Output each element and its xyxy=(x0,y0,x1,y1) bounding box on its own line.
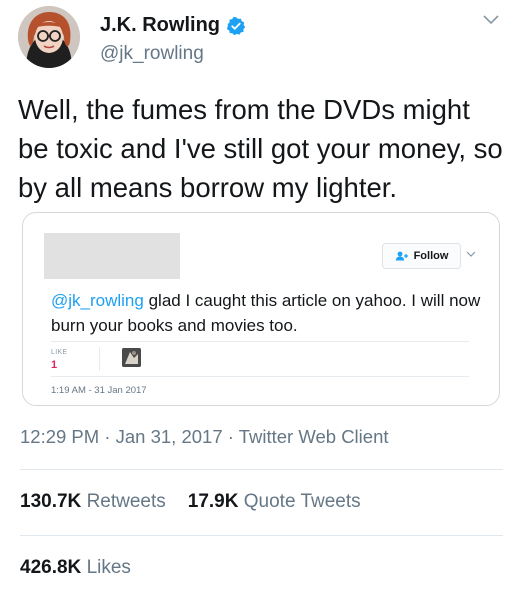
meta-separator: · xyxy=(99,426,116,447)
tweet-meta: 12:29 PM · Jan 31, 2017 · Twitter Web Cl… xyxy=(20,426,389,448)
likes-stat[interactable]: 426.8K Likes xyxy=(20,557,131,579)
liker-avatar[interactable] xyxy=(122,348,141,367)
likes-label: Likes xyxy=(86,557,131,578)
like-label: LIKE xyxy=(51,349,68,356)
quoted-tweet-timestamp[interactable]: 1:19 AM - 31 Jan 2017 xyxy=(51,385,147,396)
quote-tweets-label: Quote Tweets xyxy=(243,491,361,512)
quote-chevron-down-icon[interactable] xyxy=(466,251,476,258)
likes-count: 426.8K xyxy=(20,557,82,578)
quote-tweets-count: 17.9K xyxy=(187,491,239,512)
quote-divider xyxy=(51,376,469,377)
engagement-stats: 130.7K Retweets 17.9K Quote Tweets xyxy=(20,491,383,513)
chevron-down-icon[interactable] xyxy=(482,14,500,26)
tweet-date[interactable]: Jan 31, 2017 xyxy=(116,426,223,447)
follow-button[interactable]: Follow xyxy=(382,243,461,269)
like-count[interactable]: 1 xyxy=(51,359,57,371)
quote-tweets-stat[interactable]: 17.9K Quote Tweets xyxy=(188,491,361,513)
author-name-row[interactable]: J.K. Rowling xyxy=(100,14,246,37)
author-avatar[interactable] xyxy=(18,6,80,68)
avatar-portrait-icon xyxy=(18,6,80,68)
liker-avatar-icon xyxy=(122,348,141,367)
author-handle[interactable]: @jk_rowling xyxy=(100,43,204,65)
add-user-icon xyxy=(395,251,408,261)
tweet-header: J.K. Rowling @jk_rowling xyxy=(18,6,508,70)
quoted-tweet-text: @jk_rowling glad I caught this article o… xyxy=(51,288,481,338)
tweet-time[interactable]: 12:29 PM xyxy=(20,426,99,447)
follow-label: Follow xyxy=(413,250,449,262)
verified-badge-icon xyxy=(226,16,246,35)
retweets-stat[interactable]: 130.7K Retweets xyxy=(20,491,166,513)
quoted-tweet-card[interactable]: Follow @jk_rowling glad I caught this ar… xyxy=(22,212,500,406)
quoted-user-redacted xyxy=(44,233,180,279)
quote-divider xyxy=(51,341,469,342)
meta-separator: · xyxy=(222,426,239,447)
like-separator xyxy=(99,347,100,371)
section-divider xyxy=(20,469,503,470)
tweet-client[interactable]: Twitter Web Client xyxy=(239,426,389,447)
tweet-text: Well, the fumes from the DVDs might be t… xyxy=(18,94,503,203)
section-divider xyxy=(20,535,503,536)
quoted-mention-link[interactable]: @jk_rowling xyxy=(51,291,144,310)
retweets-label: Retweets xyxy=(86,491,166,512)
author-name[interactable]: J.K. Rowling xyxy=(100,14,220,37)
retweets-count: 130.7K xyxy=(20,491,82,512)
